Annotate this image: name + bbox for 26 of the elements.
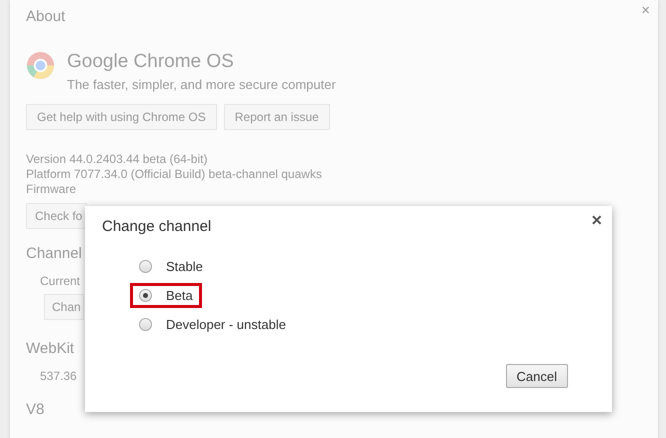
help-button[interactable]: Report an issue <box>224 104 330 130</box>
product-name: Google Chrome OS <box>67 51 234 73</box>
help-button[interactable]: Get help with using Chrome OS <box>26 104 217 130</box>
radio-button[interactable] <box>139 260 152 273</box>
section-heading: V8 <box>26 401 44 418</box>
chrome-logo-icon <box>26 51 55 80</box>
webkit-version: 537.36 <box>40 369 77 383</box>
radio-button[interactable] <box>139 289 152 302</box>
version-line: Platform 7077.34.0 (Official Build) beta-channel quawks <box>26 167 322 182</box>
radio-button[interactable] <box>139 318 152 331</box>
version-line: Version 44.0.2403.44 beta (64-bit) <box>26 152 208 167</box>
current-channel-text: Current <box>40 274 80 288</box>
option-label: Stable <box>166 259 203 274</box>
option-label: Developer - unstable <box>166 317 286 332</box>
dialog-title: Change channel <box>102 218 212 235</box>
section-heading: Channel <box>26 245 82 262</box>
product-tagline: The faster, simpler, and more secure computer <box>67 77 336 92</box>
close-icon[interactable]: × <box>591 210 602 231</box>
close-icon[interactable]: × <box>641 2 650 19</box>
option-label: Beta <box>166 288 193 303</box>
cancel-button[interactable]: Cancel <box>506 364 568 388</box>
page-title: About <box>26 8 66 25</box>
change-channel-button[interactable]: Chan <box>44 294 84 320</box>
section-heading: WebKit <box>26 340 74 357</box>
version-line: Firmware <box>26 182 76 197</box>
check-updates-button[interactable]: Check fo <box>26 203 88 229</box>
